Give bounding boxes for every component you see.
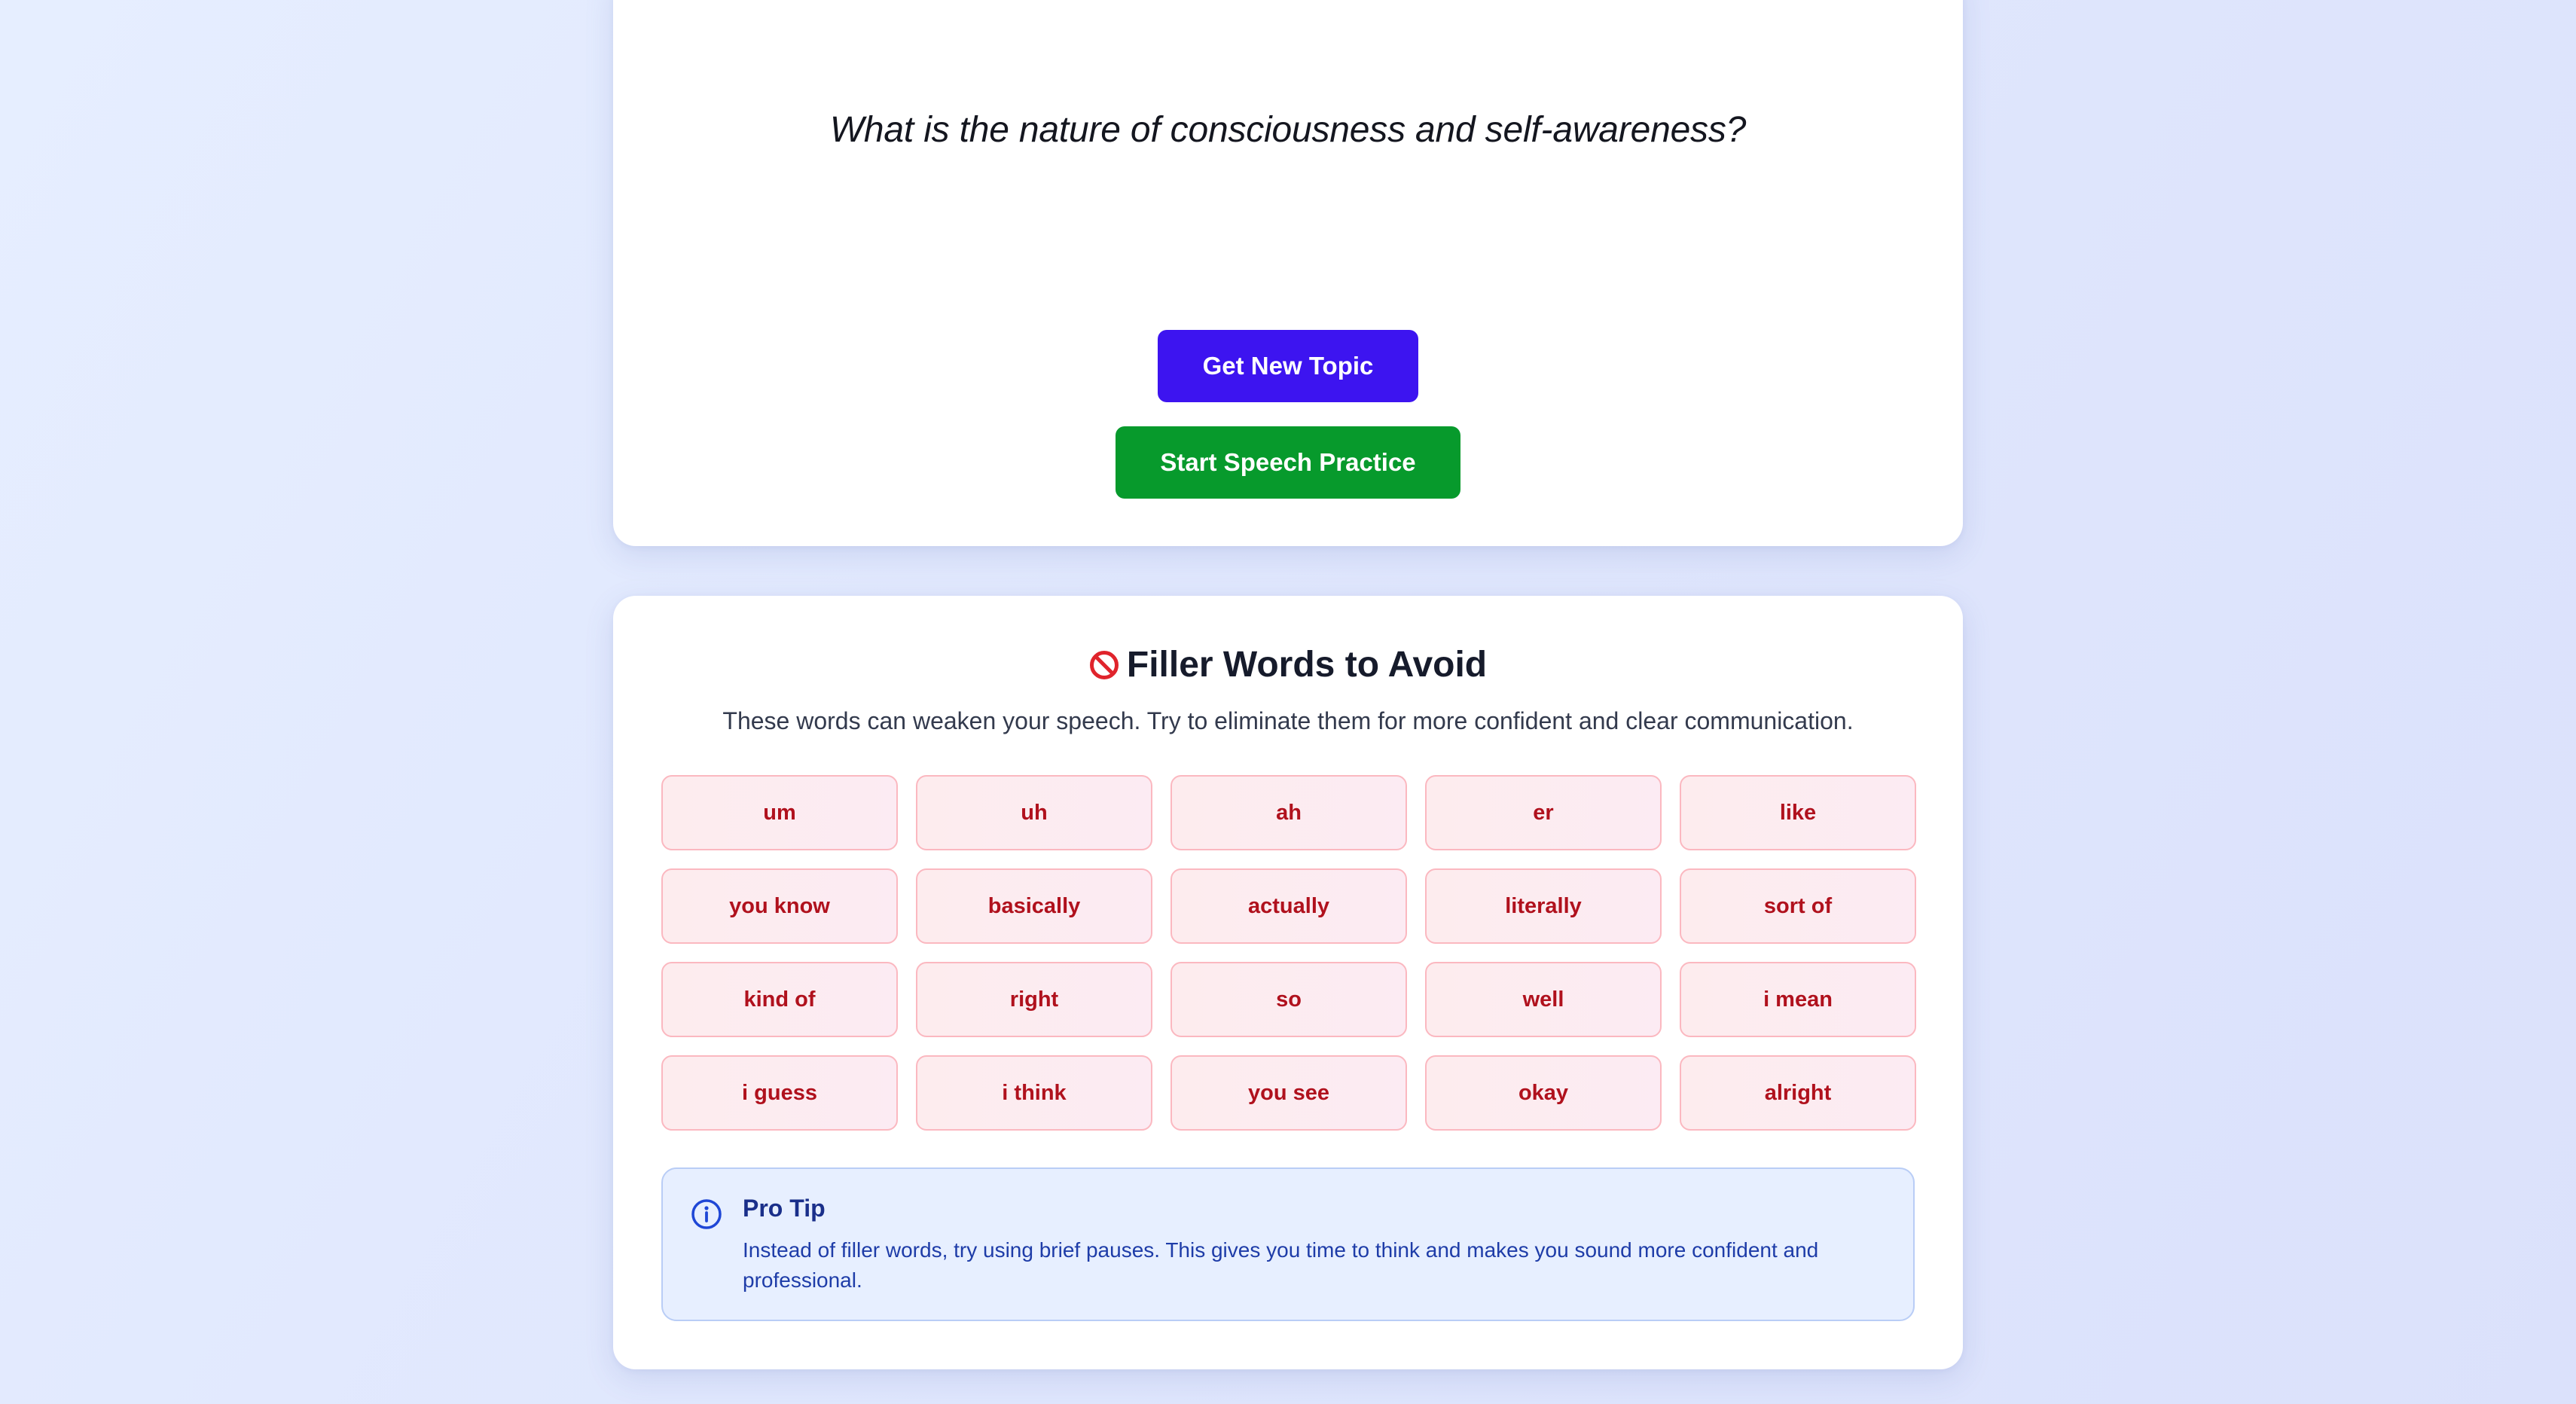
- topic-card: What is the nature of consciousness and …: [613, 0, 1963, 546]
- filler-word-chip: basically: [916, 868, 1152, 944]
- filler-word-chip: so: [1170, 962, 1407, 1037]
- filler-words-title: Filler Words to Avoid: [1126, 645, 1488, 685]
- filler-word-chip: kind of: [661, 962, 898, 1037]
- pro-tip-title: Pro Tip: [743, 1195, 826, 1222]
- filler-word-chip: alright: [1680, 1055, 1916, 1131]
- filler-word-chip: er: [1425, 775, 1662, 850]
- filler-word-chip: um: [661, 775, 898, 850]
- get-new-topic-button[interactable]: Get New Topic: [1158, 330, 1418, 402]
- filler-word-chip: literally: [1425, 868, 1662, 944]
- filler-words-card: Filler Words to Avoid These words can we…: [613, 596, 1963, 1369]
- pro-tip-box: Pro Tip Instead of filler words, try usi…: [661, 1167, 1915, 1321]
- prohibited-icon: [1089, 650, 1119, 679]
- pro-tip-text: Instead of filler words, try using brief…: [743, 1238, 1819, 1292]
- filler-word-chip: like: [1680, 775, 1916, 850]
- filler-word-chip: well: [1425, 962, 1662, 1037]
- filler-words-heading: Filler Words to Avoid: [613, 644, 1963, 685]
- filler-word-chip: sort of: [1680, 868, 1916, 944]
- filler-word-chip: you know: [661, 868, 898, 944]
- filler-word-chip: uh: [916, 775, 1152, 850]
- filler-word-chip: actually: [1170, 868, 1407, 944]
- filler-words-subtitle: These words can weaken your speech. Try …: [722, 707, 1854, 734]
- filler-word-chip: you see: [1170, 1055, 1407, 1131]
- filler-word-chip: i guess: [661, 1055, 898, 1131]
- filler-word-chip: i mean: [1680, 962, 1916, 1037]
- topic-question: What is the nature of consciousness and …: [829, 110, 1747, 150]
- filler-word-chip: okay: [1425, 1055, 1662, 1131]
- filler-word-chip: i think: [916, 1055, 1152, 1131]
- filler-word-chip: right: [916, 962, 1152, 1037]
- start-speech-practice-button[interactable]: Start Speech Practice: [1116, 426, 1460, 499]
- filler-word-chip: ah: [1170, 775, 1407, 850]
- filler-word-grid: um uh ah er like you know basically actu…: [661, 775, 1916, 1131]
- info-icon: [691, 1199, 722, 1229]
